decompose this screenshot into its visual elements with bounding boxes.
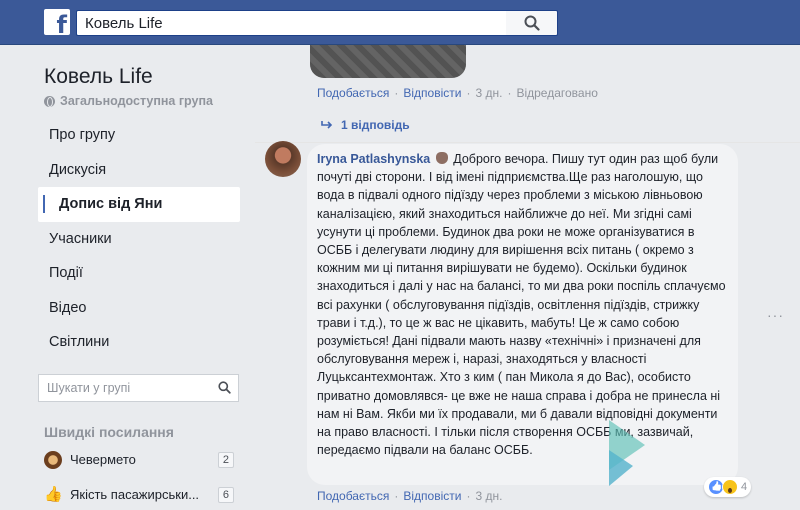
sidebar-item-members[interactable]: Учасники <box>38 222 248 257</box>
separator: · <box>466 86 471 100</box>
view-replies-link[interactable]: 1 відповідь <box>321 118 410 132</box>
group-search-input[interactable]: Шукати у групі <box>38 373 239 402</box>
group-search-placeholder: Шукати у групі <box>47 380 131 395</box>
sidebar-item-videos[interactable]: Відео <box>38 291 248 326</box>
group-navigation: Про групу Дискусія Допис від Яни Учасник… <box>38 118 248 360</box>
group-type-label: Загальнодоступна група <box>60 94 213 108</box>
edited-label: Відредаговано <box>516 86 598 100</box>
shortcut-item[interactable]: Чевермето 2 <box>38 445 236 475</box>
shortcut-label: Чевермето <box>70 452 136 467</box>
facebook-logo-letter: f <box>56 11 67 39</box>
sidebar-item-post-from-yana[interactable]: Допис від Яни <box>38 187 240 222</box>
comment-photo[interactable] <box>310 45 466 78</box>
comment-actions: Подобається · Відповісти · 3 дн. <box>317 489 502 503</box>
comments-feed: Подобається · Відповісти · 3 дн. · Відре… <box>255 45 800 510</box>
sidebar-item-about[interactable]: Про групу <box>38 118 248 153</box>
separator: · <box>394 86 399 100</box>
left-sidebar: Ковель Life Загальнодоступна група Про г… <box>38 55 248 510</box>
waving-hand-icon <box>435 152 448 164</box>
shortcut-count-badge: 6 <box>217 486 234 503</box>
thumbs-up-icon: 👍 <box>44 485 63 503</box>
reply-link[interactable]: Відповісти <box>403 86 461 100</box>
group-name[interactable]: Ковель Life <box>44 63 248 91</box>
separator: · <box>466 489 471 503</box>
search-button[interactable] <box>506 10 558 36</box>
reply-arrow-icon <box>321 121 333 129</box>
reactions-count: 4 <box>741 481 748 493</box>
shortcut-label: Якість пасажирськи... <box>70 487 200 502</box>
comment-time[interactable]: 3 дн. <box>475 489 502 503</box>
reply-link[interactable]: Відповісти <box>403 489 461 503</box>
comment-text: Доброго вечора. Пишу тут один раз щоб бу… <box>317 152 726 458</box>
wow-reaction-icon <box>722 479 738 495</box>
facebook-logo[interactable]: f <box>44 9 70 39</box>
search-input[interactable] <box>76 10 506 36</box>
shortcut-item[interactable]: 👍 Якість пасажирськи... 6 <box>38 480 236 510</box>
shortcuts-title: Швидкі посилання <box>44 423 174 440</box>
sidebar-item-label: Допис від Яни <box>59 196 163 212</box>
separator: · <box>394 489 399 503</box>
comment-bubble: Iryna Patlashynska Доброго вечора. Пишу … <box>307 144 738 485</box>
sidebar-item-photos[interactable]: Світлини <box>38 325 248 360</box>
sidebar-item-events[interactable]: Події <box>38 256 248 291</box>
replies-count-label: 1 відповідь <box>341 118 410 132</box>
like-link[interactable]: Подобається <box>317 86 389 100</box>
shortcut-avatar-icon <box>44 450 62 469</box>
reactions-summary[interactable]: 4 <box>704 477 752 497</box>
separator: · <box>507 86 512 100</box>
search-icon <box>524 15 540 31</box>
prev-comment-actions: Подобається · Відповісти · 3 дн. · Відре… <box>317 86 598 100</box>
sidebar-item-discussion[interactable]: Дискусія <box>38 153 248 188</box>
globe-icon <box>44 95 55 107</box>
avatar[interactable] <box>265 141 301 177</box>
top-navigation-bar: f <box>0 0 800 45</box>
shortcut-count-badge: 2 <box>217 451 234 468</box>
watermark-play-icon <box>609 420 645 486</box>
comment-author[interactable]: Iryna Patlashynska <box>317 152 430 166</box>
comment-time[interactable]: 3 дн. <box>475 86 502 100</box>
like-link[interactable]: Подобається <box>317 489 389 503</box>
group-privacy: Загальнодоступна група <box>44 94 248 108</box>
divider <box>255 142 800 143</box>
more-options-icon[interactable]: ··· <box>767 307 784 323</box>
search-icon[interactable] <box>210 375 238 401</box>
